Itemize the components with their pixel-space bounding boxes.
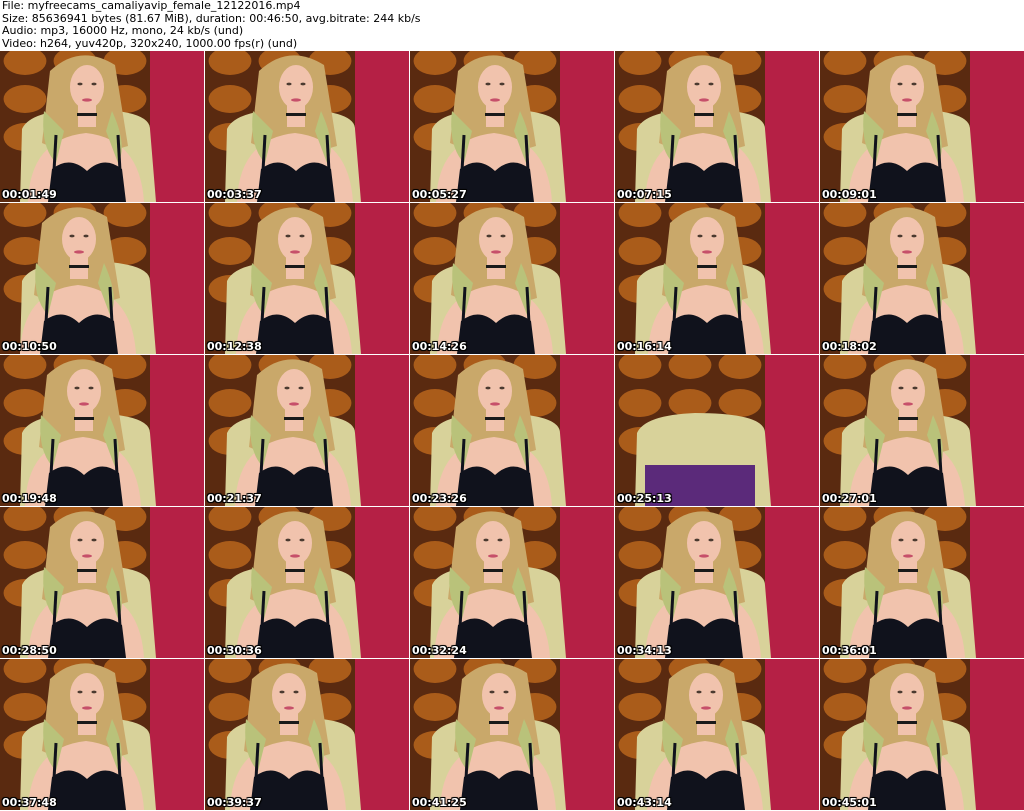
frame-timestamp: 00:09:01 <box>822 188 877 201</box>
video-frame-thumbnail: 00:14:26 <box>410 203 614 354</box>
webcam-frame-image <box>205 355 409 506</box>
webcam-frame-image <box>410 659 614 810</box>
video-frame-thumbnail: 00:41:25 <box>410 659 614 810</box>
video-info-header: File: myfreecams_camaliyavip_female_1212… <box>2 0 1022 50</box>
webcam-frame-image <box>820 203 1024 354</box>
frame-timestamp: 00:12:38 <box>207 340 262 353</box>
video-frame-thumbnail: 00:32:24 <box>410 507 614 658</box>
video-frame-thumbnail: 00:21:37 <box>205 355 409 506</box>
audio-info-line: Audio: mp3, 16000 Hz, mono, 24 kb/s (und… <box>2 24 244 37</box>
video-frame-thumbnail: 00:43:14 <box>615 659 819 810</box>
frame-timestamp: 00:27:01 <box>822 492 877 505</box>
video-frame-thumbnail: 00:05:27 <box>410 51 614 202</box>
file-name-line: File: myfreecams_camaliyavip_female_1212… <box>2 0 301 12</box>
empty-chair-frame-image <box>615 355 819 506</box>
webcam-frame-image <box>615 51 819 202</box>
frame-timestamp: 00:39:37 <box>207 796 262 809</box>
webcam-frame-image <box>205 507 409 658</box>
video-info-line: Video: h264, yuv420p, 320x240, 1000.00 f… <box>2 36 298 50</box>
video-frame-thumbnail: 00:27:01 <box>820 355 1024 506</box>
frame-timestamp: 00:19:48 <box>2 492 57 505</box>
webcam-frame-image <box>205 659 409 810</box>
frame-timestamp: 00:43:14 <box>617 796 672 809</box>
webcam-frame-image <box>820 507 1024 658</box>
webcam-frame-image <box>205 203 409 354</box>
frame-timestamp: 00:07:15 <box>617 188 672 201</box>
video-frame-thumbnail: 00:37:48 <box>0 659 204 810</box>
video-frame-thumbnail: 00:01:49 <box>0 51 204 202</box>
webcam-frame-image <box>820 51 1024 202</box>
frame-timestamp: 00:23:26 <box>412 492 467 505</box>
frame-timestamp: 00:28:50 <box>2 644 57 657</box>
video-frame-thumbnail: 00:28:50 <box>0 507 204 658</box>
frame-timestamp: 00:05:27 <box>412 188 467 201</box>
frame-timestamp: 00:37:48 <box>2 796 57 809</box>
video-frame-thumbnail: 00:36:01 <box>820 507 1024 658</box>
frame-timestamp: 00:01:49 <box>2 188 57 201</box>
video-frame-thumbnail: 00:39:37 <box>205 659 409 810</box>
webcam-frame-image <box>0 507 204 658</box>
frame-timestamp: 00:16:14 <box>617 340 672 353</box>
webcam-frame-image <box>410 355 614 506</box>
video-frame-thumbnail: 00:12:38 <box>205 203 409 354</box>
video-frame-thumbnail: 00:34:13 <box>615 507 819 658</box>
thumbnail-grid: 00:01:49 00:03:37 00:05:27 00:07:15 00:09:01… <box>0 51 1024 811</box>
webcam-frame-image <box>615 659 819 810</box>
webcam-frame-image <box>0 203 204 354</box>
frame-timestamp: 00:32:24 <box>412 644 467 657</box>
webcam-frame-image <box>410 51 614 202</box>
webcam-frame-image <box>0 659 204 810</box>
frame-timestamp: 00:03:37 <box>207 188 262 201</box>
video-frame-thumbnail: 00:45:01 <box>820 659 1024 810</box>
webcam-frame-image <box>205 51 409 202</box>
video-frame-thumbnail: 00:03:37 <box>205 51 409 202</box>
video-frame-thumbnail: 00:18:02 <box>820 203 1024 354</box>
video-frame-thumbnail: 00:10:50 <box>0 203 204 354</box>
frame-timestamp: 00:18:02 <box>822 340 877 353</box>
video-frame-thumbnail: 00:16:14 <box>615 203 819 354</box>
frame-timestamp: 00:14:26 <box>412 340 467 353</box>
webcam-frame-image <box>410 203 614 354</box>
video-frame-thumbnail: 00:19:48 <box>0 355 204 506</box>
webcam-frame-image <box>820 659 1024 810</box>
video-frame-thumbnail: 00:30:36 <box>205 507 409 658</box>
webcam-frame-image <box>0 355 204 506</box>
frame-timestamp: 00:45:01 <box>822 796 877 809</box>
frame-timestamp: 00:21:37 <box>207 492 262 505</box>
video-frame-thumbnail: 00:07:15 <box>615 51 819 202</box>
webcam-frame-image <box>615 507 819 658</box>
frame-timestamp: 00:25:13 <box>617 492 672 505</box>
frame-timestamp: 00:36:01 <box>822 644 877 657</box>
video-frame-thumbnail: 00:09:01 <box>820 51 1024 202</box>
webcam-frame-image <box>615 203 819 354</box>
webcam-frame-image <box>820 355 1024 506</box>
frame-timestamp: 00:10:50 <box>2 340 57 353</box>
frame-timestamp: 00:30:36 <box>207 644 262 657</box>
webcam-frame-image <box>410 507 614 658</box>
frame-timestamp: 00:41:25 <box>412 796 467 809</box>
webcam-frame-image <box>0 51 204 202</box>
video-frame-thumbnail: 00:25:13 <box>615 355 819 506</box>
frame-timestamp: 00:34:13 <box>617 644 672 657</box>
video-frame-thumbnail: 00:23:26 <box>410 355 614 506</box>
